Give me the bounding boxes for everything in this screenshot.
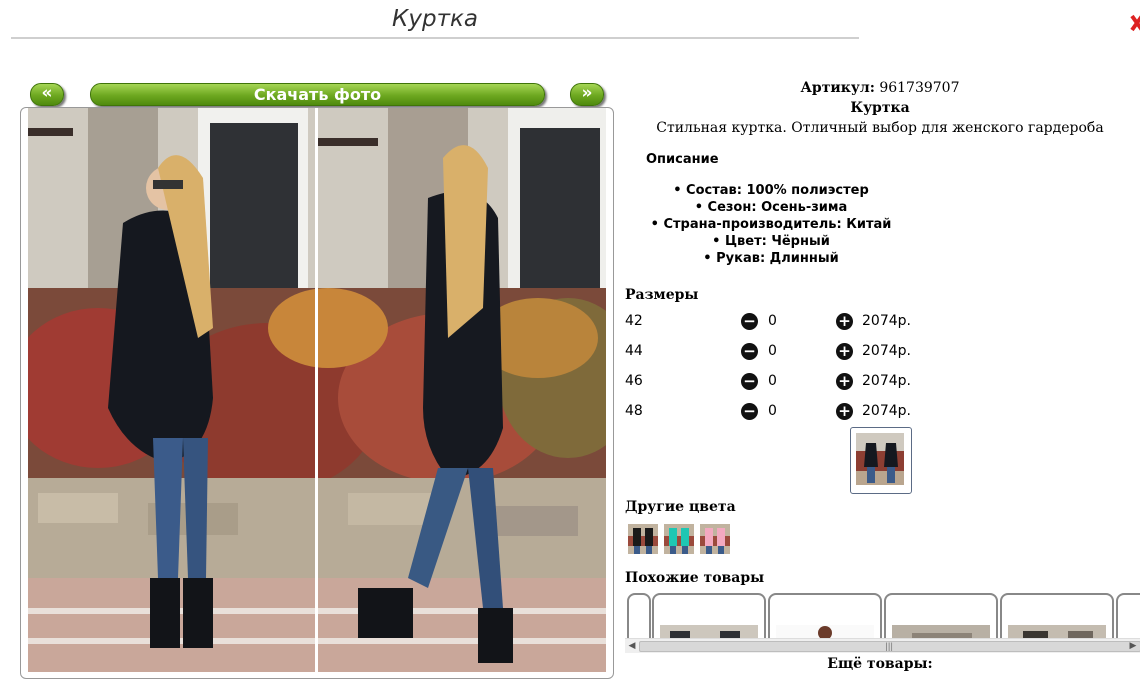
scroll-right-icon[interactable]: ▶: [1126, 640, 1140, 652]
minus-icon[interactable]: −: [741, 343, 758, 360]
article-line: Артикул: 961739707: [620, 80, 1140, 96]
color-swatch-thumbnail[interactable]: [700, 524, 730, 554]
color-swatch-thumbnail[interactable]: [628, 524, 658, 554]
attribute-item: • Рукав: Длинный: [703, 251, 839, 266]
plus-icon[interactable]: +: [836, 313, 853, 330]
product-photo[interactable]: [28, 108, 606, 672]
attribute-item: • Страна-производитель: Китай: [650, 217, 892, 232]
article-label: Артикул:: [800, 80, 875, 96]
selected-photo-thumbnail[interactable]: [850, 427, 912, 494]
product-tagline: Стильная куртка. Отличный выбор для женс…: [656, 120, 1104, 136]
size-row: 44 − 0 + 2074р.: [625, 343, 945, 363]
size-label: 42: [625, 313, 643, 329]
quantity-value: 0: [768, 403, 777, 419]
plus-icon[interactable]: +: [836, 403, 853, 420]
product-name: Куртка: [850, 100, 910, 116]
minus-icon[interactable]: −: [741, 373, 758, 390]
minus-icon[interactable]: −: [741, 313, 758, 330]
plus-icon[interactable]: +: [836, 343, 853, 360]
quantity-value: 0: [768, 343, 777, 359]
size-row: 46 − 0 + 2074р.: [625, 373, 945, 393]
scrollbar-thumb[interactable]: |||: [639, 641, 1140, 652]
price-value: 2074р.: [862, 313, 911, 329]
next-photo-button[interactable]: »: [570, 83, 604, 106]
scroll-left-icon[interactable]: ◀: [625, 640, 639, 652]
download-photo-button[interactable]: Скачать фото: [90, 83, 545, 106]
other-colors-heading: Другие цвета: [625, 499, 736, 515]
quantity-value: 0: [768, 313, 777, 329]
attribute-item: • Состав: 100% полиэстер: [673, 183, 869, 198]
quantity-value: 0: [768, 373, 777, 389]
attribute-item: • Сезон: Осень-зима: [694, 200, 848, 215]
title-divider: [11, 37, 859, 39]
similar-heading: Похожие товары: [625, 570, 765, 586]
size-label: 46: [625, 373, 643, 389]
color-swatch-thumbnail[interactable]: [664, 524, 694, 554]
sizes-heading: Размеры: [625, 287, 699, 303]
article-value: 961739707: [879, 80, 960, 96]
plus-icon[interactable]: +: [836, 373, 853, 390]
close-icon[interactable]: [1130, 10, 1140, 36]
price-value: 2074р.: [862, 373, 911, 389]
more-products-heading: Ещё товары:: [827, 656, 933, 672]
size-row: 48 − 0 + 2074р.: [625, 403, 945, 423]
minus-icon[interactable]: −: [741, 403, 758, 420]
carousel-scrollbar[interactable]: ◀ ||| ▶: [625, 638, 1140, 653]
size-label: 44: [625, 343, 643, 359]
page-title: Куртка: [392, 6, 478, 32]
price-value: 2074р.: [862, 403, 911, 419]
size-label: 48: [625, 403, 643, 419]
description-heading: Описание: [646, 152, 719, 167]
attribute-item: • Цвет: Чёрный: [712, 234, 830, 249]
prev-photo-button[interactable]: «: [30, 83, 64, 106]
size-row: 42 − 0 + 2074р.: [625, 313, 945, 333]
grip-icon: |||: [885, 642, 894, 651]
price-value: 2074р.: [862, 343, 911, 359]
